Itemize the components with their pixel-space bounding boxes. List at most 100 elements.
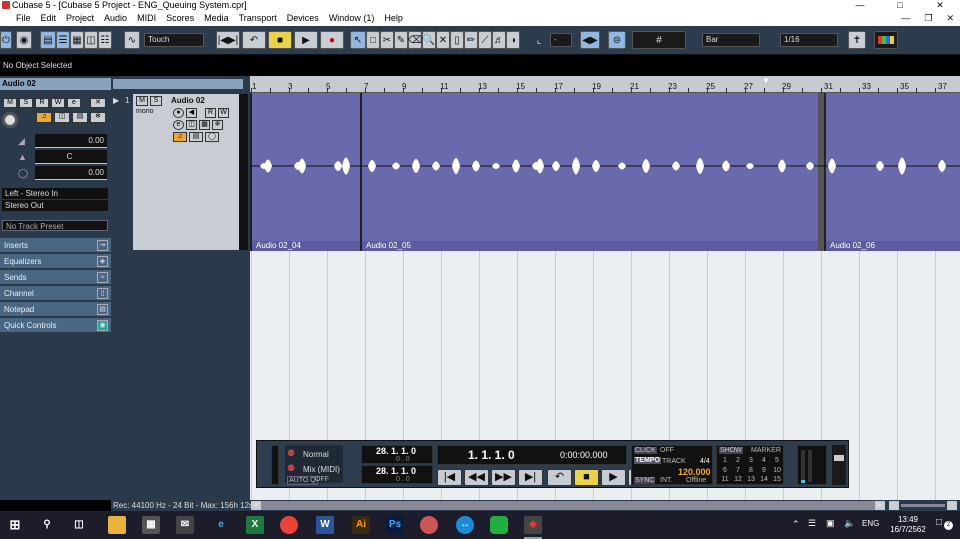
mdi-minimize-button[interactable]: — (901, 13, 910, 23)
time-warp-tool-icon[interactable]: ▯ (450, 31, 464, 49)
position-display[interactable]: 1. 1. 1. 0 0:00:00.000 (437, 445, 627, 465)
delay-field[interactable]: 0.00 (35, 166, 107, 180)
scroll-left-icon[interactable]: ◀ (251, 501, 261, 510)
sync-label[interactable]: SYNC (634, 477, 656, 484)
inspector-write-button[interactable]: W (51, 98, 65, 108)
notification-icon[interactable]: □ 2 (936, 517, 953, 531)
file-explorer-icon[interactable] (108, 516, 126, 534)
auto-quantize-label[interactable]: AUTO Q (287, 476, 318, 485)
track-record-icon[interactable]: ● (173, 108, 184, 118)
marker-13[interactable]: 13 (745, 476, 757, 485)
section-equalizers[interactable]: Equalizers ◈ (0, 254, 111, 269)
sends-icon[interactable]: ≈ (97, 272, 108, 283)
split-tool-icon[interactable]: ✂ (380, 31, 394, 49)
record-enable-icon[interactable] (2, 112, 18, 128)
erase-tool-icon[interactable]: ⌫ (408, 31, 422, 49)
track-lock-icon[interactable]: ◫ (186, 120, 197, 130)
inspector-track-name[interactable]: Audio 02 (0, 78, 111, 90)
track-monitor-icon[interactable]: ◀ (186, 108, 197, 118)
constrain-delay-button[interactable]: ◉ (16, 31, 32, 49)
autoscroll-icon[interactable]: ⌞ (532, 31, 546, 49)
quantize-select[interactable]: 1/16 (780, 33, 838, 47)
fast-forward-button[interactable]: ▶▶ (491, 469, 516, 486)
photoshop-icon[interactable]: Ps (386, 516, 404, 534)
inspector-read-button[interactable]: R (35, 98, 49, 108)
inspector-bypass-icon[interactable]: ✕ (90, 98, 106, 108)
grid-type-select[interactable]: Bar (702, 33, 760, 47)
marker-3[interactable]: 3 (745, 457, 757, 466)
transport-play-button[interactable]: ▶ (601, 469, 626, 486)
right-locator-display[interactable]: 28. 1. 1. 0 0 . 0 (361, 465, 433, 484)
system-clock[interactable]: 13:49 16/7/2562 (890, 515, 926, 535)
line-app-icon[interactable] (490, 516, 508, 534)
store-icon[interactable]: ▦ (142, 516, 160, 534)
menu-help[interactable]: Help (384, 13, 403, 23)
mute-tool-icon[interactable]: ✕ (436, 31, 450, 49)
marker-9[interactable]: 9 (758, 467, 770, 476)
glue-tool-icon[interactable]: ✎ (394, 31, 408, 49)
track-folder-icon[interactable]: ▤ (189, 132, 203, 142)
teamviewer-icon[interactable]: ↔ (456, 516, 474, 534)
mail-icon[interactable]: ✉ (176, 516, 194, 534)
record-mode-normal[interactable]: Normal (303, 450, 329, 459)
menu-file[interactable]: File (16, 13, 31, 23)
mdi-close-button[interactable]: ✕ (946, 13, 954, 24)
section-inserts[interactable]: Inserts ⇝ (0, 238, 111, 253)
track-write-button[interactable]: W (218, 108, 229, 118)
windows-start-icon[interactable]: ⊞ (6, 516, 24, 534)
track-edit-button[interactable]: e (173, 120, 184, 130)
track-freeze-icon[interactable]: ❄ (212, 120, 223, 130)
menu-project[interactable]: Project (66, 13, 94, 23)
horizontal-scrollbar[interactable] (261, 501, 875, 510)
inspector-mute-button[interactable]: M (3, 98, 17, 108)
track-solo-button[interactable]: S (150, 96, 162, 106)
left-locator-display[interactable]: 28. 1. 1. 0 0 . 0 (361, 445, 433, 464)
volume-field[interactable]: 0.00 (35, 134, 107, 148)
inspector-edit-button[interactable]: e (67, 98, 81, 108)
network-icon[interactable]: ☰ (808, 518, 816, 529)
go-to-end-button[interactable]: ▶| (518, 469, 543, 486)
menu-scores[interactable]: Scores (166, 13, 194, 23)
marker-8[interactable]: 8 (745, 467, 757, 476)
draw-tool-icon[interactable]: ✏ (464, 31, 478, 49)
marker-4[interactable]: 4 (758, 457, 770, 466)
track-lanes-icon[interactable]: ▦ (199, 120, 210, 130)
grid-icon[interactable]: # (632, 31, 686, 49)
chrome-icon[interactable] (280, 516, 298, 534)
object-selection-tool-icon[interactable]: ↖ (350, 31, 366, 49)
inspector-solo-button[interactable]: S (19, 98, 33, 108)
language-indicator[interactable]: ENG (862, 519, 879, 528)
app-icon[interactable] (420, 516, 438, 534)
notepad-icon[interactable]: ▤ (97, 304, 108, 315)
timeline-ruler[interactable]: 1 3 5 7 9 11 13 15 17 19 21 23 25 27 29 … (250, 76, 960, 93)
zoom-tool-icon[interactable]: 🔍 (422, 31, 436, 49)
pool-toggle-icon[interactable]: ◫ (84, 31, 98, 49)
line-tool-icon[interactable]: ⟋ (478, 31, 492, 49)
battery-icon[interactable]: ▣ (826, 518, 835, 529)
marker-5[interactable]: 5 (771, 457, 783, 466)
equalizers-icon[interactable]: ◈ (97, 256, 108, 267)
section-notepad[interactable]: Notepad ▤ (0, 302, 111, 317)
zoom-out-icon[interactable]: − (889, 501, 899, 510)
color-tool-icon[interactable]: ◑ (506, 31, 520, 49)
click-label[interactable]: CLICK (634, 447, 657, 454)
menu-edit[interactable]: Edit (41, 13, 57, 23)
channel-icon[interactable]: ▯ (97, 288, 108, 299)
mdi-restore-button[interactable]: ❐ (924, 13, 932, 24)
info-line-toggle-icon[interactable]: ☰ (56, 31, 70, 49)
time-signature[interactable]: 4/4 (700, 458, 710, 465)
transport-cycle-button[interactable]: ↶ (547, 469, 572, 486)
track-mute-button[interactable]: M (136, 96, 148, 106)
volume-tray-icon[interactable]: 🔈 (844, 518, 855, 529)
section-channel[interactable]: Channel ▯ (0, 286, 111, 301)
show-markers-label[interactable]: SHOW (719, 447, 743, 454)
snap-to-zero-button[interactable]: ◀▶ (580, 31, 600, 49)
input-routing[interactable]: Left - Stereo In (2, 188, 108, 199)
stop-button[interactable]: ■ (268, 31, 292, 49)
automation-mode-select[interactable]: Touch (144, 33, 204, 47)
color-palette-icon[interactable] (874, 31, 898, 49)
marker-7[interactable]: 7 (732, 467, 744, 476)
menu-transport[interactable]: Transport (239, 13, 277, 23)
play-tool-icon[interactable]: ♬ (492, 31, 506, 49)
output-routing[interactable]: Stereo Out (2, 200, 108, 211)
